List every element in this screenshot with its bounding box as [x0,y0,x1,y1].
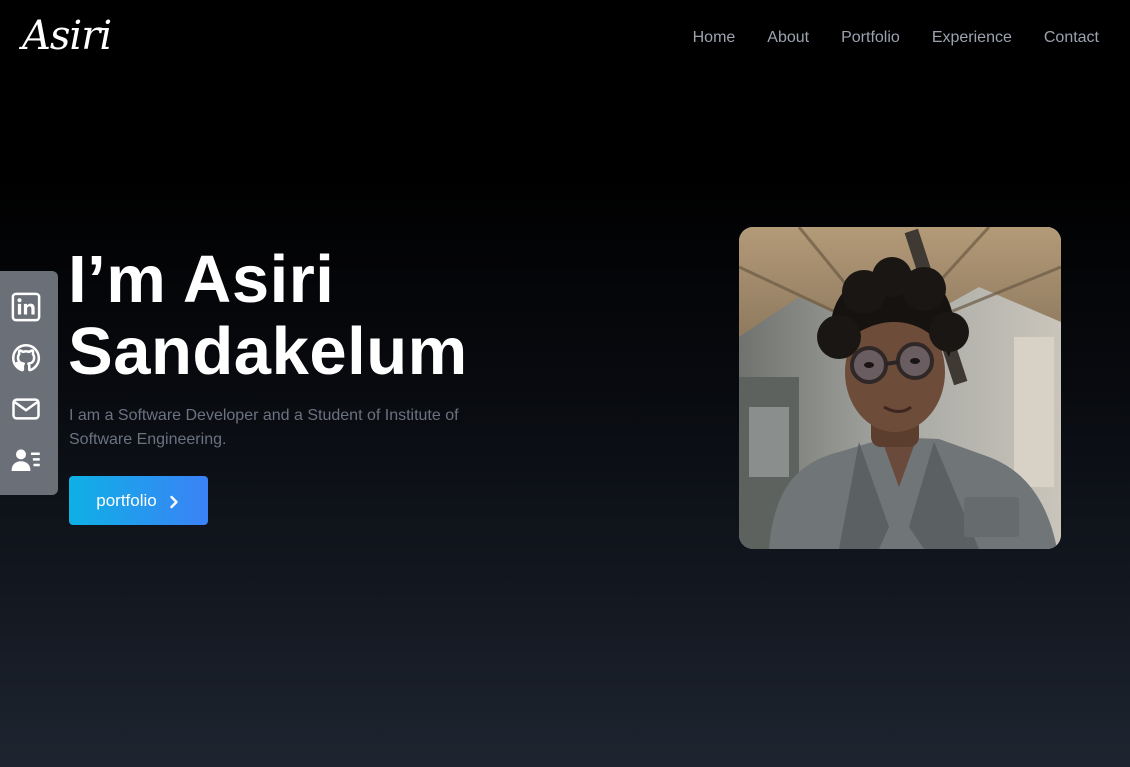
github-link[interactable] [10,342,42,374]
nav-link-experience[interactable]: Experience [932,29,1012,47]
github-icon [12,343,41,371]
portfolio-button[interactable]: portfolio [69,476,208,525]
contact-card-icon [11,448,40,471]
nav-link-about[interactable]: About [767,29,809,47]
nav-link-home[interactable]: Home [693,29,736,47]
nav-link-portfolio[interactable]: Portfolio [841,29,900,47]
hero-title-line2: Sandakelum [68,314,468,389]
resume-link[interactable] [10,444,42,476]
mail-icon [12,397,40,420]
navbar: Asiri Home About Portfolio Experience Co… [0,0,1130,75]
hero-title-line1: I’m Asiri [68,242,335,317]
portfolio-button-label: portfolio [96,490,157,510]
email-link[interactable] [10,393,42,425]
nav-link-contact[interactable]: Contact [1044,29,1099,47]
hero-title: I’m Asiri Sandakelum [68,244,468,388]
linkedin-link[interactable] [10,291,42,323]
chevron-right-icon [170,495,178,508]
hero-subtitle: I am a Software Developer and a Student … [69,407,459,448]
profile-photo-illustration [739,227,1061,549]
social-links-bar [0,271,58,495]
nav-links: Home About Portfolio Experience Contact [661,29,1099,47]
site-logo[interactable]: Asiri [22,13,112,59]
linkedin-icon [11,292,41,321]
profile-photo [739,227,1061,549]
